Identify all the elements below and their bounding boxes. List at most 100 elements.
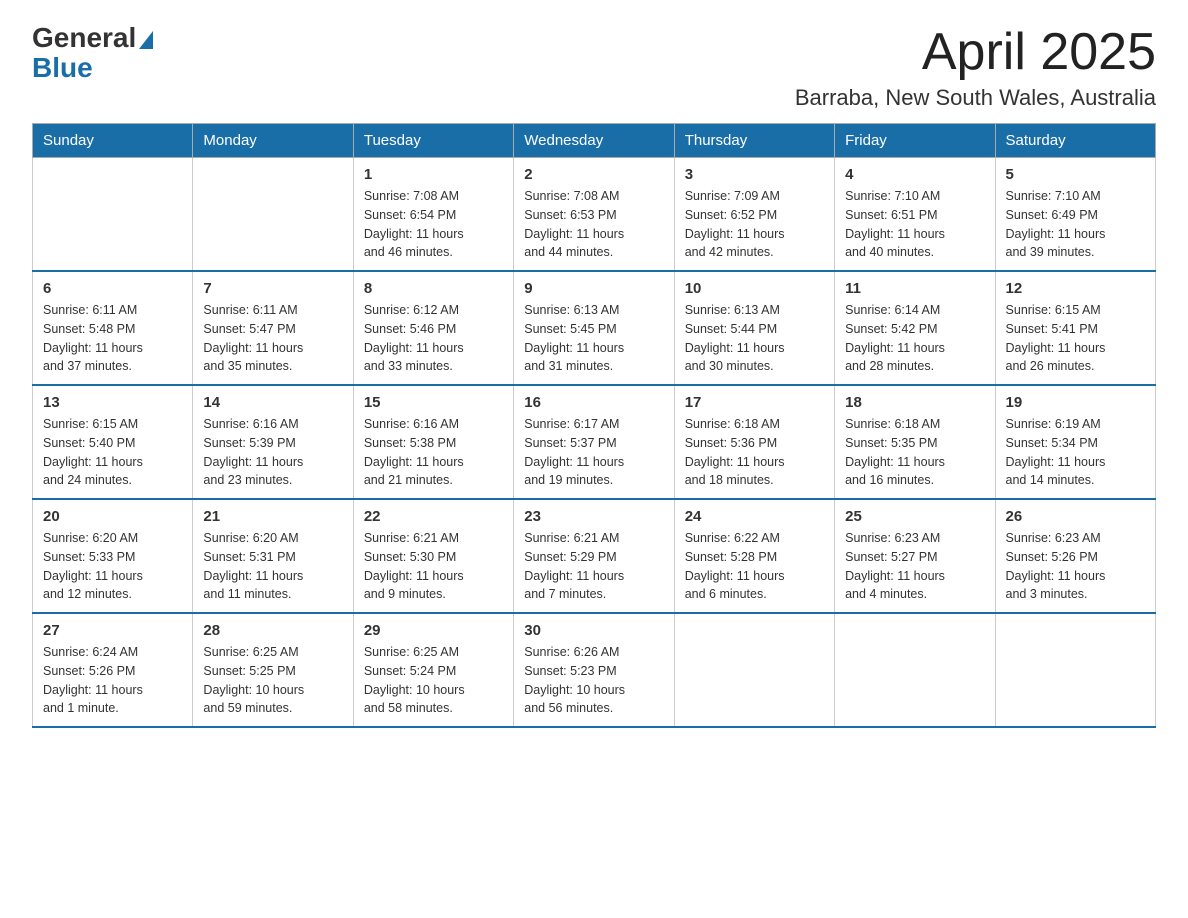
day-number: 14	[203, 394, 342, 411]
day-cell: 13 Sunrise: 6:15 AMSunset: 5:40 PMDayligh…	[33, 385, 193, 499]
day-info: Sunrise: 6:16 AMSunset: 5:39 PMDaylight:…	[203, 415, 342, 490]
day-cell: 18 Sunrise: 6:18 AMSunset: 5:35 PMDayligh…	[835, 385, 995, 499]
day-cell: 12 Sunrise: 6:15 AMSunset: 5:41 PMDayligh…	[995, 271, 1155, 385]
day-info: Sunrise: 6:14 AMSunset: 5:42 PMDaylight:…	[845, 301, 984, 376]
day-number: 5	[1006, 166, 1145, 183]
day-cell: 23 Sunrise: 6:21 AMSunset: 5:29 PMDayligh…	[514, 499, 674, 613]
header-monday: Monday	[193, 124, 353, 158]
day-number: 26	[1006, 508, 1145, 525]
week-row-1: 1 Sunrise: 7:08 AMSunset: 6:54 PMDaylight…	[33, 158, 1156, 272]
day-info: Sunrise: 7:10 AMSunset: 6:51 PMDaylight:…	[845, 187, 984, 262]
day-cell: 4 Sunrise: 7:10 AMSunset: 6:51 PMDaylight…	[835, 158, 995, 272]
day-number: 9	[524, 280, 663, 297]
header-saturday: Saturday	[995, 124, 1155, 158]
day-info: Sunrise: 7:08 AMSunset: 6:54 PMDaylight:…	[364, 187, 503, 262]
day-cell	[674, 613, 834, 727]
day-cell	[995, 613, 1155, 727]
main-title: April 2025	[795, 24, 1156, 81]
logo: General Blue	[32, 24, 155, 84]
day-cell: 28 Sunrise: 6:25 AMSunset: 5:25 PMDayligh…	[193, 613, 353, 727]
day-number: 28	[203, 622, 342, 639]
header-sunday: Sunday	[33, 124, 193, 158]
day-info: Sunrise: 6:12 AMSunset: 5:46 PMDaylight:…	[364, 301, 503, 376]
day-number: 4	[845, 166, 984, 183]
day-cell	[835, 613, 995, 727]
day-number: 21	[203, 508, 342, 525]
day-info: Sunrise: 7:10 AMSunset: 6:49 PMDaylight:…	[1006, 187, 1145, 262]
day-number: 23	[524, 508, 663, 525]
day-number: 2	[524, 166, 663, 183]
day-number: 25	[845, 508, 984, 525]
logo-triangle-icon	[139, 31, 153, 49]
day-number: 10	[685, 280, 824, 297]
day-number: 24	[685, 508, 824, 525]
week-row-5: 27 Sunrise: 6:24 AMSunset: 5:26 PMDayligh…	[33, 613, 1156, 727]
day-cell: 17Sunrise: 6:18 AMSunset: 5:36 PMDayligh…	[674, 385, 834, 499]
logo-blue-text: Blue	[32, 52, 93, 84]
logo-general-text: General	[32, 24, 136, 52]
day-info: Sunrise: 6:11 AMSunset: 5:47 PMDaylight:…	[203, 301, 342, 376]
day-cell: 19 Sunrise: 6:19 AMSunset: 5:34 PMDayligh…	[995, 385, 1155, 499]
week-row-4: 20 Sunrise: 6:20 AMSunset: 5:33 PMDayligh…	[33, 499, 1156, 613]
day-info: Sunrise: 6:22 AMSunset: 5:28 PMDaylight:…	[685, 529, 824, 604]
day-cell: 24 Sunrise: 6:22 AMSunset: 5:28 PMDayligh…	[674, 499, 834, 613]
day-cell: 21 Sunrise: 6:20 AMSunset: 5:31 PMDayligh…	[193, 499, 353, 613]
day-info: Sunrise: 6:25 AMSunset: 5:25 PMDaylight:…	[203, 643, 342, 718]
day-number: 20	[43, 508, 182, 525]
day-cell: 26Sunrise: 6:23 AMSunset: 5:26 PMDayligh…	[995, 499, 1155, 613]
calendar: SundayMondayTuesdayWednesdayThursdayFrid…	[32, 123, 1156, 728]
week-row-2: 6Sunrise: 6:11 AMSunset: 5:48 PMDaylight…	[33, 271, 1156, 385]
day-number: 19	[1006, 394, 1145, 411]
day-cell: 15 Sunrise: 6:16 AMSunset: 5:38 PMDayligh…	[353, 385, 513, 499]
day-info: Sunrise: 6:11 AMSunset: 5:48 PMDaylight:…	[43, 301, 182, 376]
header-thursday: Thursday	[674, 124, 834, 158]
day-cell: 11 Sunrise: 6:14 AMSunset: 5:42 PMDayligh…	[835, 271, 995, 385]
day-info: Sunrise: 6:13 AMSunset: 5:45 PMDaylight:…	[524, 301, 663, 376]
week-row-3: 13 Sunrise: 6:15 AMSunset: 5:40 PMDayligh…	[33, 385, 1156, 499]
day-cell: 10Sunrise: 6:13 AMSunset: 5:44 PMDayligh…	[674, 271, 834, 385]
day-number: 3	[685, 166, 824, 183]
day-info: Sunrise: 7:08 AMSunset: 6:53 PMDaylight:…	[524, 187, 663, 262]
day-info: Sunrise: 6:21 AMSunset: 5:30 PMDaylight:…	[364, 529, 503, 604]
day-number: 11	[845, 280, 984, 297]
day-info: Sunrise: 6:15 AMSunset: 5:41 PMDaylight:…	[1006, 301, 1145, 376]
day-info: Sunrise: 6:25 AMSunset: 5:24 PMDaylight:…	[364, 643, 503, 718]
day-number: 1	[364, 166, 503, 183]
header-friday: Friday	[835, 124, 995, 158]
day-number: 27	[43, 622, 182, 639]
day-cell: 6Sunrise: 6:11 AMSunset: 5:48 PMDaylight…	[33, 271, 193, 385]
day-cell: 3 Sunrise: 7:09 AMSunset: 6:52 PMDaylight…	[674, 158, 834, 272]
day-number: 18	[845, 394, 984, 411]
calendar-body: 1 Sunrise: 7:08 AMSunset: 6:54 PMDaylight…	[33, 158, 1156, 728]
header: General Blue April 2025 Barraba, New Sou…	[32, 24, 1156, 111]
day-info: Sunrise: 6:20 AMSunset: 5:31 PMDaylight:…	[203, 529, 342, 604]
day-number: 13	[43, 394, 182, 411]
day-number: 22	[364, 508, 503, 525]
day-info: Sunrise: 6:24 AMSunset: 5:26 PMDaylight:…	[43, 643, 182, 718]
day-number: 30	[524, 622, 663, 639]
day-cell: 5 Sunrise: 7:10 AMSunset: 6:49 PMDaylight…	[995, 158, 1155, 272]
day-info: Sunrise: 6:16 AMSunset: 5:38 PMDaylight:…	[364, 415, 503, 490]
day-info: Sunrise: 6:19 AMSunset: 5:34 PMDaylight:…	[1006, 415, 1145, 490]
day-info: Sunrise: 6:20 AMSunset: 5:33 PMDaylight:…	[43, 529, 182, 604]
day-cell: 30Sunrise: 6:26 AMSunset: 5:23 PMDayligh…	[514, 613, 674, 727]
day-cell: 25 Sunrise: 6:23 AMSunset: 5:27 PMDayligh…	[835, 499, 995, 613]
day-cell: 2 Sunrise: 7:08 AMSunset: 6:53 PMDaylight…	[514, 158, 674, 272]
day-number: 17	[685, 394, 824, 411]
day-number: 15	[364, 394, 503, 411]
day-number: 8	[364, 280, 503, 297]
title-block: April 2025 Barraba, New South Wales, Aus…	[795, 24, 1156, 111]
day-number: 12	[1006, 280, 1145, 297]
day-info: Sunrise: 6:23 AMSunset: 5:27 PMDaylight:…	[845, 529, 984, 604]
header-tuesday: Tuesday	[353, 124, 513, 158]
day-cell: 27 Sunrise: 6:24 AMSunset: 5:26 PMDayligh…	[33, 613, 193, 727]
day-cell: 9 Sunrise: 6:13 AMSunset: 5:45 PMDaylight…	[514, 271, 674, 385]
day-cell: 7 Sunrise: 6:11 AMSunset: 5:47 PMDaylight…	[193, 271, 353, 385]
day-cell: 1 Sunrise: 7:08 AMSunset: 6:54 PMDaylight…	[353, 158, 513, 272]
day-number: 7	[203, 280, 342, 297]
day-cell: 8 Sunrise: 6:12 AMSunset: 5:46 PMDaylight…	[353, 271, 513, 385]
day-info: Sunrise: 6:21 AMSunset: 5:29 PMDaylight:…	[524, 529, 663, 604]
day-info: Sunrise: 6:15 AMSunset: 5:40 PMDaylight:…	[43, 415, 182, 490]
day-info: Sunrise: 7:09 AMSunset: 6:52 PMDaylight:…	[685, 187, 824, 262]
day-info: Sunrise: 6:18 AMSunset: 5:35 PMDaylight:…	[845, 415, 984, 490]
